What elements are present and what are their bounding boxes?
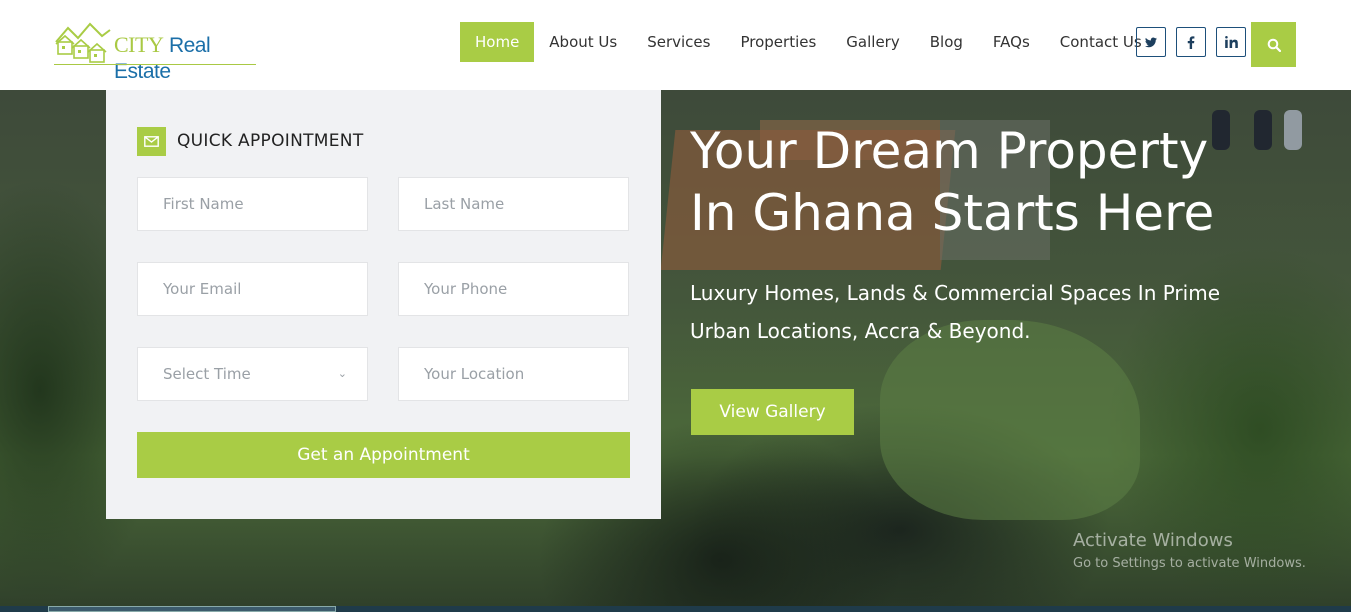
hero-subtitle: Luxury Homes, Lands & Commercial Spaces …	[690, 274, 1250, 350]
facebook-icon[interactable]	[1176, 27, 1206, 57]
nav-faqs[interactable]: FAQs	[978, 22, 1045, 62]
search-button[interactable]	[1251, 22, 1296, 67]
nav-home[interactable]: Home	[460, 22, 535, 62]
houses-logo-icon	[55, 22, 111, 63]
linkedin-icon[interactable]	[1216, 27, 1246, 57]
hero-subtitle-line-1: Luxury Homes, Lands & Commercial Spaces …	[690, 281, 1220, 305]
next-section-box	[48, 606, 336, 612]
activate-windows-title: Activate Windows	[1073, 530, 1233, 551]
twitter-icon[interactable]	[1136, 27, 1166, 57]
appointment-title: QUICK APPOINTMENT	[177, 131, 364, 151]
get-appointment-button[interactable]: Get an Appointment	[137, 432, 630, 478]
hero-title: Your Dream Property In Ghana Starts Here	[690, 120, 1310, 244]
nav-properties[interactable]: Properties	[725, 22, 831, 62]
nav-blog[interactable]: Blog	[915, 22, 978, 62]
activate-windows-subtitle: Go to Settings to activate Windows.	[1073, 556, 1306, 571]
email-field[interactable]: Your Email	[137, 262, 368, 316]
nav-gallery[interactable]: Gallery	[831, 22, 914, 62]
chevron-down-icon: ⌄	[337, 367, 347, 380]
quick-appointment-form: QUICK APPOINTMENT First Name Last Name Y…	[106, 90, 661, 519]
hero-subtitle-line-2: Urban Locations, Accra & Beyond.	[690, 319, 1031, 343]
nav-about-us[interactable]: About Us	[534, 22, 632, 62]
last-name-field[interactable]: Last Name	[398, 177, 629, 231]
site-logo[interactable]: CITY Real Estate	[54, 20, 259, 83]
hero-title-line-2: In Ghana Starts Here	[690, 184, 1215, 242]
hero-title-line-1: Your Dream Property	[690, 122, 1209, 180]
time-select[interactable]: Select Time ⌄	[137, 347, 368, 401]
logo-wordmark: CITY Real Estate	[114, 32, 259, 84]
search-icon	[1267, 38, 1281, 52]
location-field[interactable]: Your Location	[398, 347, 629, 401]
envelope-icon	[137, 127, 166, 156]
view-gallery-button[interactable]: View Gallery	[691, 389, 854, 435]
phone-field[interactable]: Your Phone	[398, 262, 629, 316]
logo-underline	[54, 64, 256, 65]
logo-city-text: CITY	[114, 32, 164, 57]
first-name-field[interactable]: First Name	[137, 177, 368, 231]
nav-services[interactable]: Services	[632, 22, 725, 62]
lawn-shape	[880, 320, 1140, 520]
site-header: CITY Real Estate Home About Us Services …	[0, 0, 1351, 90]
time-select-value: Select Time	[163, 365, 251, 383]
main-nav: Home About Us Services Properties Galler…	[460, 22, 1157, 62]
